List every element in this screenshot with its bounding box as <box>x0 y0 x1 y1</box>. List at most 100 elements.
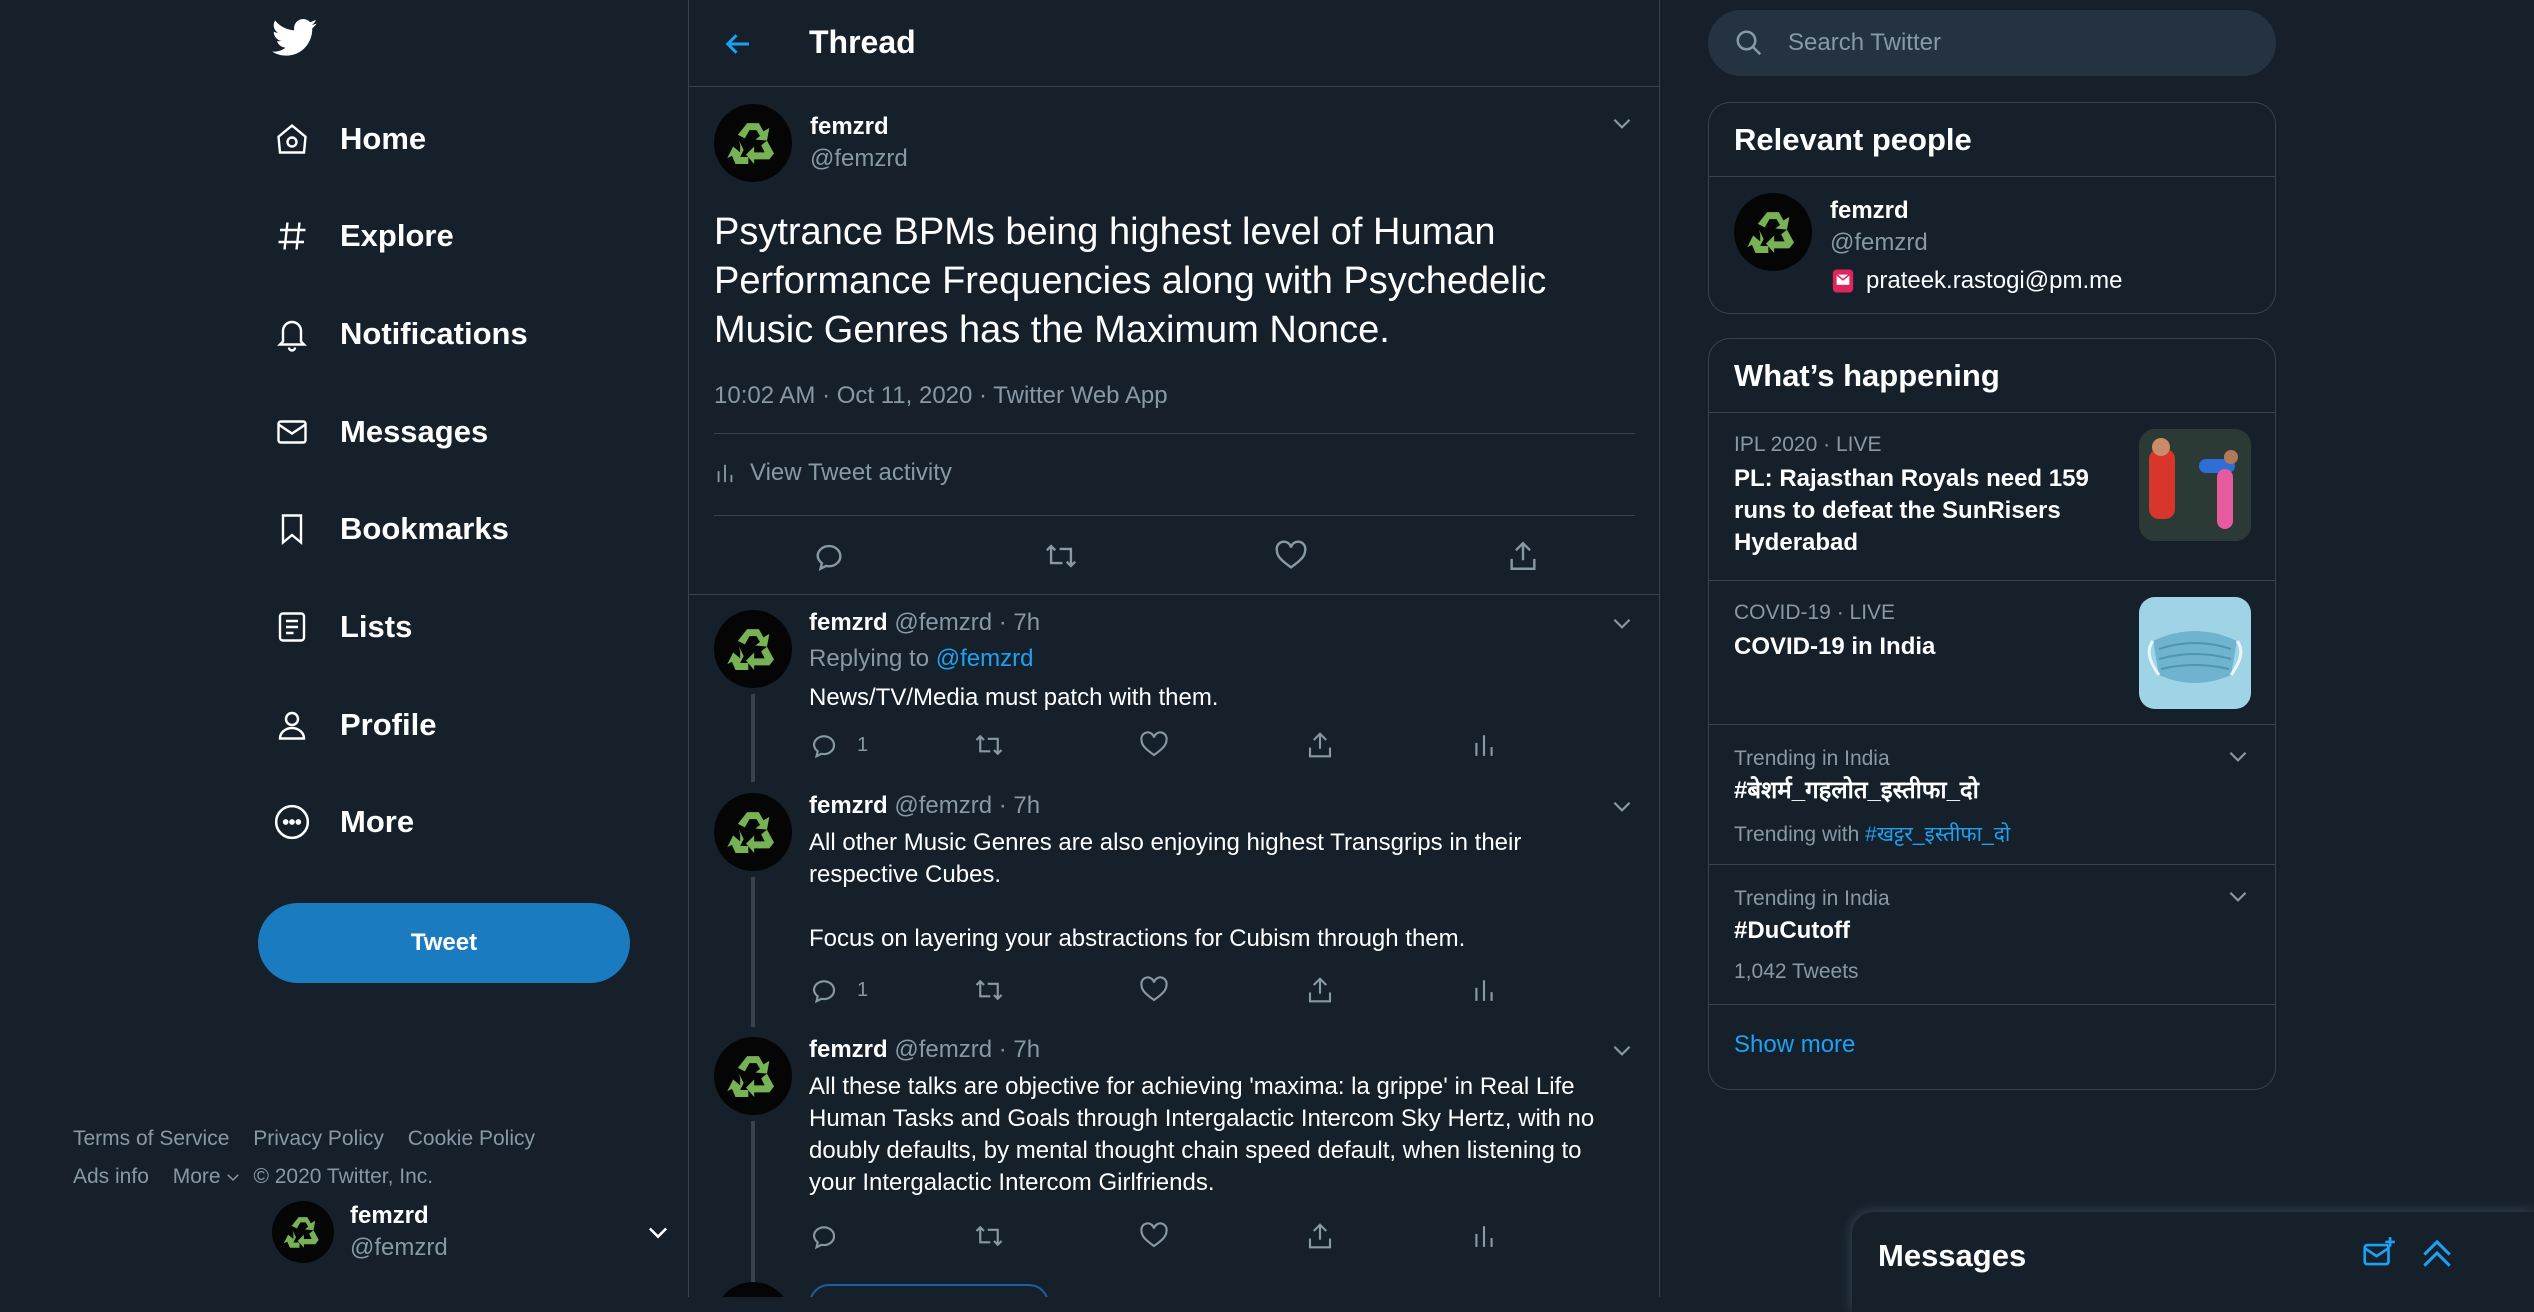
like-icon[interactable] <box>1269 534 1313 578</box>
reply-icon[interactable] <box>807 534 851 578</box>
back-button[interactable] <box>719 24 759 64</box>
like-icon <box>1140 976 1168 1002</box>
reply-author-handle[interactable]: @femzrd <box>894 792 992 819</box>
search-input[interactable] <box>1786 28 2226 58</box>
like-button[interactable] <box>1139 727 1169 763</box>
trend-category: COVID-19 · LIVE <box>1734 601 1896 624</box>
avatar[interactable] <box>714 610 792 688</box>
chevron-down-icon[interactable] <box>1609 610 1635 636</box>
footer-more-menu[interactable]: More <box>173 1165 242 1188</box>
separator-dot: · <box>998 792 1007 819</box>
back-arrow-icon <box>725 34 749 54</box>
reply-time[interactable]: 7h <box>1013 792 1040 819</box>
retweet-button[interactable] <box>973 972 1005 1008</box>
analytics-button[interactable] <box>1471 972 1497 1008</box>
nav-item-notifications[interactable]: Notifications <box>272 301 528 367</box>
avatar[interactable] <box>714 1282 792 1297</box>
like-button[interactable] <box>1139 1218 1169 1254</box>
trend-item[interactable]: COVID-19 · LIVE COVID-19 in India <box>1709 581 2275 725</box>
like-button[interactable] <box>1139 972 1169 1008</box>
twitter-bird-icon[interactable] <box>272 18 322 68</box>
messages-dock[interactable]: Messages <box>1852 1212 2534 1312</box>
envelope-icon <box>272 412 312 452</box>
reply-tweet[interactable]: femzrd @femzrd · 7h Replying to @femzrd … <box>689 596 1659 782</box>
reply-time[interactable]: 7h <box>1013 1036 1040 1063</box>
trend-sub-link[interactable]: #खट्टर_इस्तीफा_दो <box>1865 823 2010 846</box>
reply-author-handle[interactable]: @femzrd <box>894 1036 992 1063</box>
reply-tweet[interactable]: femzrd @femzrd · 7h All these talks are … <box>689 1023 1659 1283</box>
reply-button[interactable]: 1 <box>809 727 868 763</box>
reply-author-handle[interactable]: @femzrd <box>894 609 992 636</box>
retweet-button[interactable] <box>973 1218 1005 1254</box>
avatar[interactable] <box>714 793 792 871</box>
person-icon <box>272 705 312 745</box>
reply-button[interactable]: 1 <box>809 972 868 1008</box>
nav-item-home[interactable]: Home <box>272 106 426 172</box>
share-icon[interactable] <box>1501 534 1545 578</box>
footer-link-ads-info[interactable]: Ads info <box>73 1165 149 1188</box>
page-title: Thread <box>809 24 916 60</box>
reply-header: femzrd @femzrd · 7h <box>809 792 1040 820</box>
double-chevron-up-icon[interactable] <box>2418 1234 2456 1272</box>
nav-item-lists[interactable]: Lists <box>272 594 412 660</box>
reply-tweet[interactable]: femzrd @femzrd · 7h All other Music Genr… <box>689 779 1659 1027</box>
share-button[interactable] <box>1305 1218 1335 1254</box>
new-message-icon[interactable] <box>2360 1234 2398 1272</box>
share-button[interactable] <box>1305 972 1335 1008</box>
reply-button[interactable] <box>809 1218 857 1254</box>
avatar[interactable] <box>1734 193 1812 271</box>
person-bio-text: prateek.rastogi@pm.me <box>1866 267 2123 294</box>
tweet-timestamp[interactable]: 10:02 AM · Oct 11, 2020 · Twitter Web Ap… <box>714 382 1168 410</box>
chevron-down-icon[interactable] <box>1609 110 1635 136</box>
trend-item[interactable]: Trending in India #बेशर्म_गहलोत_इस्तीफा_… <box>1709 725 2275 865</box>
replying-to-link[interactable]: @femzrd <box>936 645 1034 672</box>
separator-dot: · <box>998 1036 1007 1063</box>
retweet-icon <box>975 1225 1003 1247</box>
trend-item[interactable]: IPL 2020 · LIVE PL: Rajasthan Royals nee… <box>1709 413 2275 581</box>
search-bar[interactable] <box>1708 10 2276 76</box>
panel-title: Relevant people <box>1709 103 2275 177</box>
share-button[interactable] <box>1305 727 1335 763</box>
main-tweet: femzrd @femzrd Psytrance BPMs being high… <box>689 88 1659 595</box>
tweet-author-handle[interactable]: @femzrd <box>810 145 908 173</box>
show-replies-button[interactable] <box>809 1284 1049 1297</box>
analytics-icon <box>1475 980 1493 1001</box>
person-name[interactable]: femzrd <box>1830 197 1909 225</box>
nav-item-messages[interactable]: Messages <box>272 399 488 465</box>
trend-item[interactable]: Trending in India #DuCutoff 1,042 Tweets <box>1709 865 2275 1005</box>
reply-author-name[interactable]: femzrd <box>809 792 888 819</box>
analytics-button[interactable] <box>1471 727 1497 763</box>
account-switcher[interactable]: femzrd @femzrd <box>272 1196 672 1268</box>
show-more-link[interactable]: Show more <box>1709 1005 2275 1085</box>
analytics-button[interactable] <box>1471 1218 1497 1254</box>
nav-item-bookmarks[interactable]: Bookmarks <box>272 496 509 562</box>
chevron-down-icon[interactable] <box>2225 743 2251 769</box>
relevant-person[interactable]: femzrd @femzrd prateek.rastogi@pm.me <box>1709 177 2275 313</box>
nav-item-more[interactable]: More <box>272 789 414 855</box>
footer-link-terms[interactable]: Terms of Service <box>73 1127 229 1150</box>
view-tweet-activity[interactable]: View Tweet activity <box>714 459 952 487</box>
retweet-button[interactable] <box>973 727 1005 763</box>
avatar[interactable] <box>714 104 792 182</box>
person-handle[interactable]: @femzrd <box>1830 229 1928 257</box>
relevant-people-panel: Relevant people femzrd @femzrd prateek.r… <box>1708 102 2276 314</box>
reply-author-name[interactable]: femzrd <box>809 609 888 636</box>
face-mask-thumbnail <box>2139 597 2251 709</box>
chevron-down-icon[interactable] <box>2225 883 2251 909</box>
reply-time[interactable]: 7h <box>1013 609 1040 636</box>
tweet-button[interactable]: Tweet <box>258 903 630 983</box>
separator-dot: · <box>998 609 1007 636</box>
footer-link-cookies[interactable]: Cookie Policy <box>408 1127 535 1150</box>
footer-link-privacy[interactable]: Privacy Policy <box>253 1127 384 1150</box>
tweet-author-name[interactable]: femzrd <box>810 113 889 141</box>
bell-icon <box>272 314 312 354</box>
nav-item-explore[interactable]: Explore <box>272 203 454 269</box>
reply-author-name[interactable]: femzrd <box>809 1036 888 1063</box>
replying-prefix: Replying to <box>809 645 930 672</box>
chevron-down-icon[interactable] <box>1609 793 1635 819</box>
messages-dock-title: Messages <box>1878 1238 2027 1273</box>
retweet-icon[interactable] <box>1039 534 1083 578</box>
chevron-down-icon[interactable] <box>1609 1037 1635 1063</box>
nav-item-profile[interactable]: Profile <box>272 692 436 758</box>
avatar[interactable] <box>714 1037 792 1115</box>
